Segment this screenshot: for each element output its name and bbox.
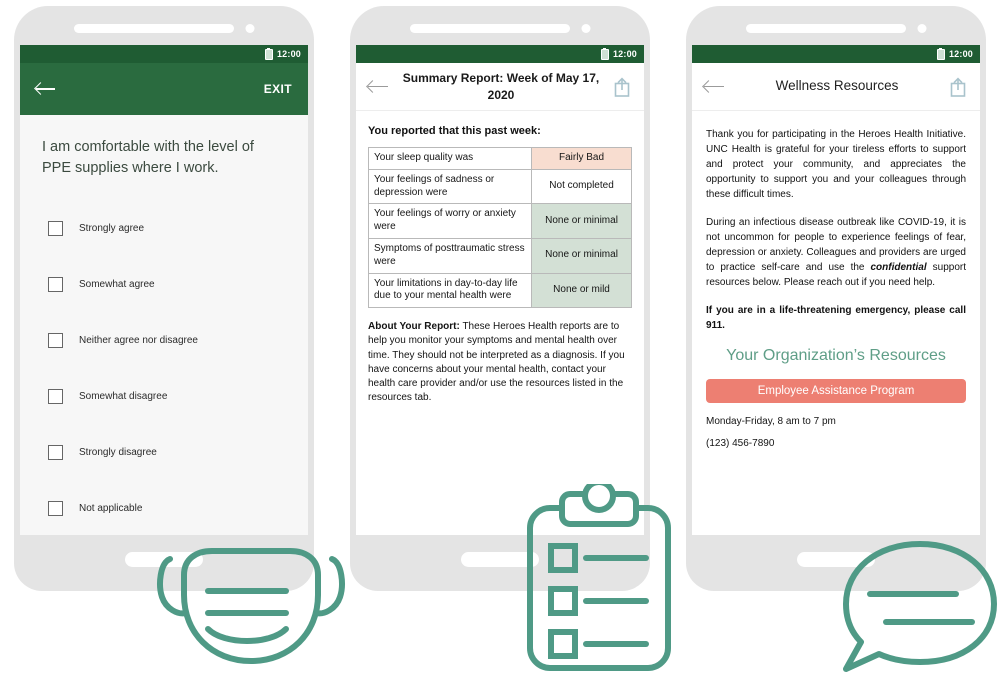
phone-home-bar[interactable] xyxy=(125,552,203,567)
phone-speaker xyxy=(74,24,234,33)
back-arrow-icon[interactable] xyxy=(368,79,390,95)
about-text: These Heroes Health reports are to help … xyxy=(368,321,625,404)
emergency-notice: If you are in a life-threatening emergen… xyxy=(706,305,966,331)
organization-resources-heading: Your Organization’s Resources xyxy=(726,347,946,364)
row-value: Fairly Bad xyxy=(531,147,632,170)
phone-speaker xyxy=(746,24,906,33)
status-bar: 12:00 xyxy=(20,45,308,63)
table-row: Symptoms of posttraumatic stress were No… xyxy=(367,237,632,274)
battery-icon xyxy=(600,47,609,60)
row-value: None or mild xyxy=(531,272,632,309)
question-text: I am comfortable with the level of PPE s… xyxy=(42,139,254,176)
about-your-report: About Your Report: These Heroes Health r… xyxy=(368,320,632,405)
phone-camera xyxy=(917,24,927,33)
confidential-emphasis: confidential xyxy=(870,262,927,273)
checkbox-icon[interactable] xyxy=(48,220,63,236)
app-bar: Wellness Resources xyxy=(692,63,980,111)
wellness-body: Thank you for participating in the Heroe… xyxy=(692,111,980,535)
status-time: 12:00 xyxy=(612,49,637,59)
option-label: Neither agree nor disagree xyxy=(79,334,198,346)
app-bar: Summary Report: Week of May 17, 2020 xyxy=(356,63,644,111)
option-row[interactable]: Neither agree nor disagree xyxy=(42,312,286,368)
page-title: Summary Report: Week of May 17, 2020 xyxy=(402,71,600,102)
outbreak-paragraph: During an infectious disease outbreak li… xyxy=(706,215,966,290)
status-bar: 12:00 xyxy=(356,45,644,63)
report-table: Your sleep quality was Fairly Bad Your f… xyxy=(367,147,632,309)
checkbox-icon[interactable] xyxy=(48,388,63,404)
screen-survey: 12:00 EXIT I am comfortable with the lev… xyxy=(20,45,308,535)
app-bar: EXIT xyxy=(20,63,308,115)
phone-survey: 12:00 EXIT I am comfortable with the lev… xyxy=(14,6,314,591)
row-value: None or minimal xyxy=(531,203,632,239)
phone-wellness-resources: 12:00 Wellness Resources Thank you for p… xyxy=(686,6,986,591)
row-value: Not completed xyxy=(531,168,632,205)
status-time: 12:00 xyxy=(948,49,973,59)
back-arrow-icon[interactable] xyxy=(704,79,726,95)
report-heading: You reported that this past week: xyxy=(368,125,541,137)
phone-speaker xyxy=(410,24,570,33)
phone-summary-report: 12:00 Summary Report: Week of May 17, 20… xyxy=(350,6,650,591)
option-label: Strongly disagree xyxy=(79,446,157,458)
option-row[interactable]: Somewhat disagree xyxy=(42,368,286,424)
option-label: Somewhat disagree xyxy=(79,390,168,402)
row-label: Symptoms of posttraumatic stress were xyxy=(367,237,533,274)
row-label: Your sleep quality was xyxy=(367,147,533,170)
battery-icon xyxy=(936,47,945,60)
screen-summary-report: 12:00 Summary Report: Week of May 17, 20… xyxy=(356,45,644,535)
option-label: Not applicable xyxy=(79,502,143,514)
screen-wellness-resources: 12:00 Wellness Resources Thank you for p… xyxy=(692,45,980,535)
back-arrow-icon[interactable] xyxy=(36,81,56,97)
checkbox-icon[interactable] xyxy=(48,276,63,292)
table-row: Your feelings of sadness or depression w… xyxy=(367,168,632,205)
battery-icon xyxy=(264,47,273,60)
phone-camera xyxy=(245,24,255,33)
row-label: Your feelings of worry or anxiety were xyxy=(367,203,533,239)
option-row[interactable]: Strongly agree xyxy=(42,200,286,256)
option-row[interactable]: Strongly disagree xyxy=(42,424,286,480)
phone-home-bar[interactable] xyxy=(461,552,539,567)
row-label: Your limitations in day-to-day life due … xyxy=(367,272,533,309)
option-label: Strongly agree xyxy=(79,222,145,234)
table-row: Your feelings of worry or anxiety were N… xyxy=(367,203,632,239)
phone-home-bar[interactable] xyxy=(797,552,875,567)
eap-phone[interactable]: (123) 456-7890 xyxy=(706,438,966,449)
phone-camera xyxy=(581,24,591,33)
employee-assistance-program-button[interactable]: Employee Assistance Program xyxy=(706,378,966,403)
status-time: 12:00 xyxy=(276,49,301,59)
report-body: You reported that this past week: Your s… xyxy=(356,111,644,535)
option-row[interactable]: Not applicable xyxy=(42,480,286,535)
intro-paragraph: Thank you for participating in the Heroe… xyxy=(706,129,966,200)
row-label: Your feelings of sadness or depression w… xyxy=(367,168,533,205)
table-row: Your limitations in day-to-day life due … xyxy=(367,272,632,309)
eap-hours: Monday-Friday, 8 am to 7 pm xyxy=(706,415,836,427)
share-icon[interactable] xyxy=(948,76,968,98)
option-label: Somewhat agree xyxy=(79,278,155,290)
table-row: Your sleep quality was Fairly Bad xyxy=(367,147,632,170)
checkbox-icon[interactable] xyxy=(48,332,63,348)
exit-button[interactable]: EXIT xyxy=(264,82,292,96)
row-value: None or minimal xyxy=(531,237,632,274)
about-label: About Your Report: xyxy=(368,321,460,333)
checkbox-icon[interactable] xyxy=(48,444,63,460)
status-bar: 12:00 xyxy=(692,45,980,63)
page-title: Wellness Resources xyxy=(775,78,899,94)
survey-body: I am comfortable with the level of PPE s… xyxy=(20,115,308,535)
share-icon[interactable] xyxy=(612,76,632,98)
option-row[interactable]: Somewhat agree xyxy=(42,256,286,312)
checkbox-icon[interactable] xyxy=(48,500,63,516)
